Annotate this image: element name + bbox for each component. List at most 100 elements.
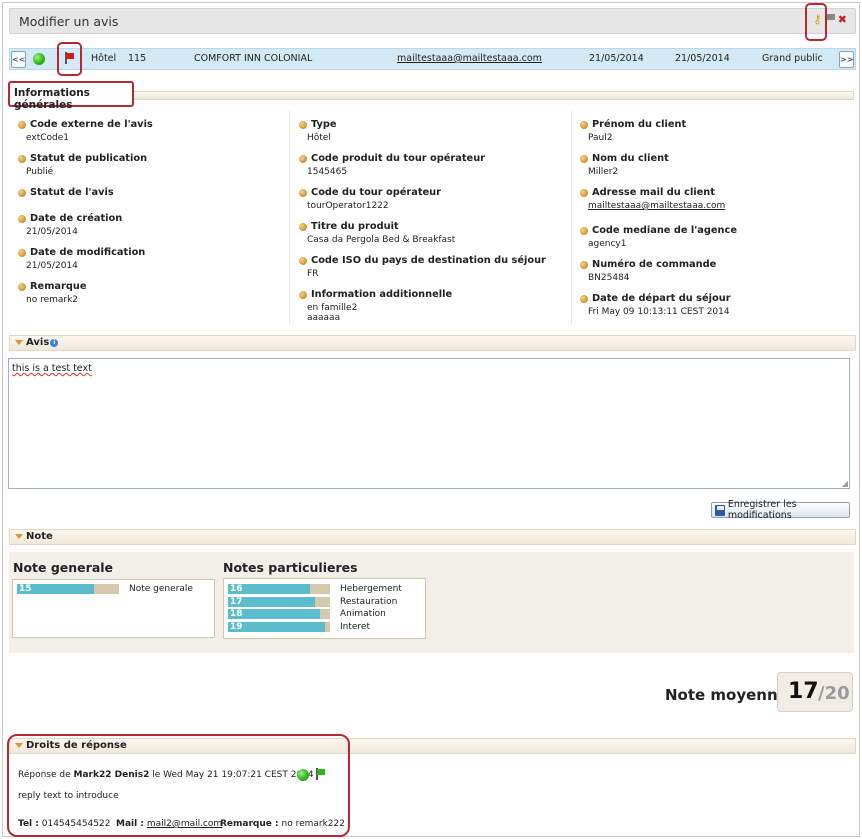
field-value: tourOperator1222 xyxy=(307,201,389,211)
field-label: Prénom du client xyxy=(592,119,687,130)
field-label: Date de départ du séjour xyxy=(592,293,731,304)
rating-bar: 15 xyxy=(17,584,119,594)
bullet-icon xyxy=(580,188,588,197)
bullet-icon xyxy=(299,290,307,299)
field-label: Nom du client xyxy=(592,153,669,164)
field-code-tour-operateur: Code du tour opérateur tourOperator1222 xyxy=(299,187,559,211)
record-id: 115 xyxy=(128,53,147,64)
field-value: 21/05/2014 xyxy=(26,261,78,271)
field-adresse-mail: Adresse mail du client mailtestaaa@mailte… xyxy=(580,187,840,211)
collapse-triangle-icon[interactable] xyxy=(15,534,23,539)
reply-author: Mark22 Denis2 xyxy=(73,770,150,780)
column-divider xyxy=(289,110,290,324)
bullet-icon xyxy=(299,154,307,163)
info-section-title: Informations générales xyxy=(14,87,90,111)
field-value: Fri May 09 10:13:11 CEST 2014 xyxy=(588,307,730,317)
rating-bar: 19 xyxy=(228,622,330,632)
bullet-icon xyxy=(580,120,588,129)
bullet-icon xyxy=(580,154,588,163)
field-numero-commande: Numéro de commande BN25484 xyxy=(580,259,840,283)
field-code-externe: Code externe de l'avis extCode1 xyxy=(18,119,278,143)
info-section-header[interactable]: Informations générales xyxy=(8,81,134,111)
note-panel: Note generale 15 Note generale Notes par… xyxy=(9,552,854,653)
column-divider xyxy=(571,110,572,324)
reply-mail: Mail : mail2@mail.com xyxy=(116,819,222,829)
prev-record-button[interactable]: << xyxy=(11,51,26,68)
reply-prefix: Réponse de xyxy=(18,770,71,780)
bullet-icon xyxy=(18,214,26,223)
field-value: BN25484 xyxy=(588,273,630,283)
record-email-link[interactable]: mailtestaaa@mailtestaaa.com xyxy=(397,53,542,64)
field-statut-avis: Statut de l'avis xyxy=(18,187,278,201)
collapse-triangle-icon[interactable] xyxy=(15,340,23,345)
flag-green-icon[interactable] xyxy=(315,768,325,780)
bullet-icon xyxy=(580,294,588,303)
highlight-title-flag xyxy=(805,3,827,41)
rating-label: Restauration xyxy=(340,597,398,607)
status-green-icon xyxy=(33,53,45,65)
note-generale-title: Note generale xyxy=(13,560,114,575)
bullet-icon xyxy=(299,256,307,265)
note-section-header[interactable]: Note xyxy=(9,529,856,545)
field-type: Type Hôtel xyxy=(299,119,559,143)
field-label: Adresse mail du client xyxy=(592,187,715,198)
note-generale-box: 15 Note generale xyxy=(12,579,215,638)
avis-textarea[interactable]: this is a test text ◢ xyxy=(8,358,850,489)
field-nom-client: Nom du client Miller2 xyxy=(580,153,840,177)
highlight-row-flag xyxy=(57,42,82,76)
field-label: Code produit du tour opérateur xyxy=(311,153,485,164)
bullet-icon xyxy=(18,282,26,291)
remarque-label: Remarque : xyxy=(220,819,279,829)
field-value: no remark2 xyxy=(26,295,79,305)
bullet-icon xyxy=(299,222,307,231)
field-label: Code mediane de l'agence xyxy=(592,225,737,236)
record-date2: 21/05/2014 xyxy=(675,53,730,64)
save-button-label: Enregistrer les modifications xyxy=(727,499,797,521)
bullet-icon xyxy=(18,248,26,257)
field-label: Titre du produit xyxy=(311,221,399,232)
note-moyenne-value: 17 xyxy=(788,679,819,704)
record-audience: Grand public xyxy=(762,53,823,64)
close-red-icon[interactable]: ✖ xyxy=(838,13,847,26)
record-name: COMFORT INN COLONIAL xyxy=(194,53,313,64)
field-statut-publication: Statut de publication Publié xyxy=(18,153,278,177)
field-date-depart: Date de départ du séjour Fri May 09 10:13… xyxy=(580,293,840,317)
rating-bar-fill: 18 xyxy=(228,609,320,619)
save-button[interactable]: Enregistrer les modifications xyxy=(711,499,850,521)
note-moyenne-label: Note moyenne xyxy=(665,686,788,704)
field-label: Date de modification xyxy=(30,247,146,258)
info-section-bar xyxy=(134,91,854,100)
mail-link[interactable]: mail2@mail.com xyxy=(147,819,222,829)
client-email-link[interactable]: mailtestaaa@mailtestaaa.com xyxy=(580,201,840,211)
avis-text: this is a test text xyxy=(12,363,92,374)
field-value: extCode1 xyxy=(26,133,70,143)
field-label: Statut de publication xyxy=(30,153,148,164)
bullet-icon xyxy=(299,120,307,129)
field-value: Publié xyxy=(26,167,54,177)
title-bar: Modifier un avis ⚷ ✖ xyxy=(9,8,856,34)
resize-handle-icon[interactable]: ◢ xyxy=(842,479,848,488)
note-moyenne-box: 17 /20 xyxy=(777,672,853,712)
notes-particulieres-box: 16 Hebergement 17 Restauration 18 Animat… xyxy=(223,578,426,639)
avis-section-header[interactable]: Avis i xyxy=(9,335,856,351)
record-type: Hôtel xyxy=(91,53,117,64)
record-row[interactable]: << Hôtel 115 COMFORT INN COLONIAL mailte… xyxy=(9,48,856,70)
bullet-icon xyxy=(18,188,26,197)
next-record-button[interactable]: >> xyxy=(839,51,854,68)
bullet-icon xyxy=(580,226,588,235)
reply-date: Wed May 21 19:07:21 CEST 2014 xyxy=(163,770,314,780)
note-moyenne-max: /20 xyxy=(818,683,850,704)
reply-header: Réponse de Mark22 Denis2 le Wed May 21 1… xyxy=(18,770,314,780)
field-label: Information additionnelle xyxy=(311,289,453,300)
tel-label: Tel : xyxy=(18,819,39,829)
record-date1: 21/05/2014 xyxy=(589,53,644,64)
reply-footer: Tel : 014545454522 xyxy=(18,819,110,829)
rating-bar: 18 xyxy=(228,609,330,619)
avis-section-title: Avis i xyxy=(26,337,59,348)
tel-value: 014545454522 xyxy=(41,819,111,829)
info-icon[interactable]: i xyxy=(50,339,59,347)
reply-le: le xyxy=(152,770,161,780)
field-value: FR xyxy=(307,269,319,279)
notes-particulieres-title: Notes particulieres xyxy=(223,560,358,575)
field-value: Paul2 xyxy=(588,133,613,143)
